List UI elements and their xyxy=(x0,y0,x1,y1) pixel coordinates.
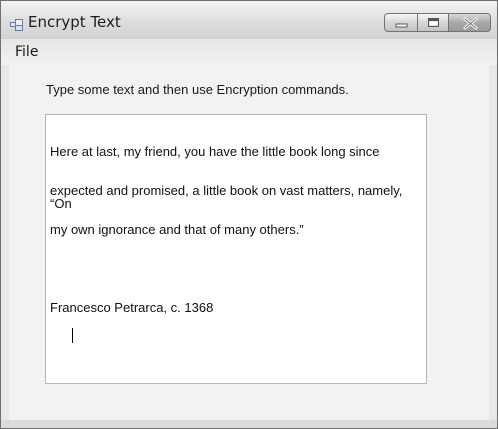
application-icon[interactable] xyxy=(10,16,23,31)
minimize-button[interactable] xyxy=(384,13,418,32)
window-controls xyxy=(384,13,491,33)
maximize-icon xyxy=(428,18,439,27)
close-button[interactable] xyxy=(448,13,491,32)
title-bar[interactable]: Encrypt Text xyxy=(1,1,497,39)
text-caret xyxy=(71,328,73,343)
text-line: expected and promised, a little book on … xyxy=(50,183,407,211)
form-client-area: Type some text and then use Encryption c… xyxy=(9,65,489,420)
window-bottom-border[interactable] xyxy=(1,420,497,428)
window-title: Encrypt Text xyxy=(28,13,121,31)
app-window: Encrypt Text File Type some text and the… xyxy=(0,0,498,429)
instruction-label: Type some text and then use Encryption c… xyxy=(46,82,349,97)
menu-file[interactable]: File xyxy=(12,43,41,61)
maximize-button[interactable] xyxy=(417,13,449,32)
text-line xyxy=(50,262,422,275)
minimize-icon xyxy=(395,23,408,28)
text-line: my own ignorance and that of many others… xyxy=(50,222,304,237)
text-line: Francesco Petrarca, c. 1368 xyxy=(50,300,214,315)
menu-bar: File xyxy=(1,39,497,65)
text-line: Here at last, my friend, you have the li… xyxy=(50,144,380,159)
text-input-area[interactable]: Here at last, my friend, you have the li… xyxy=(45,114,427,384)
close-icon xyxy=(463,17,478,30)
